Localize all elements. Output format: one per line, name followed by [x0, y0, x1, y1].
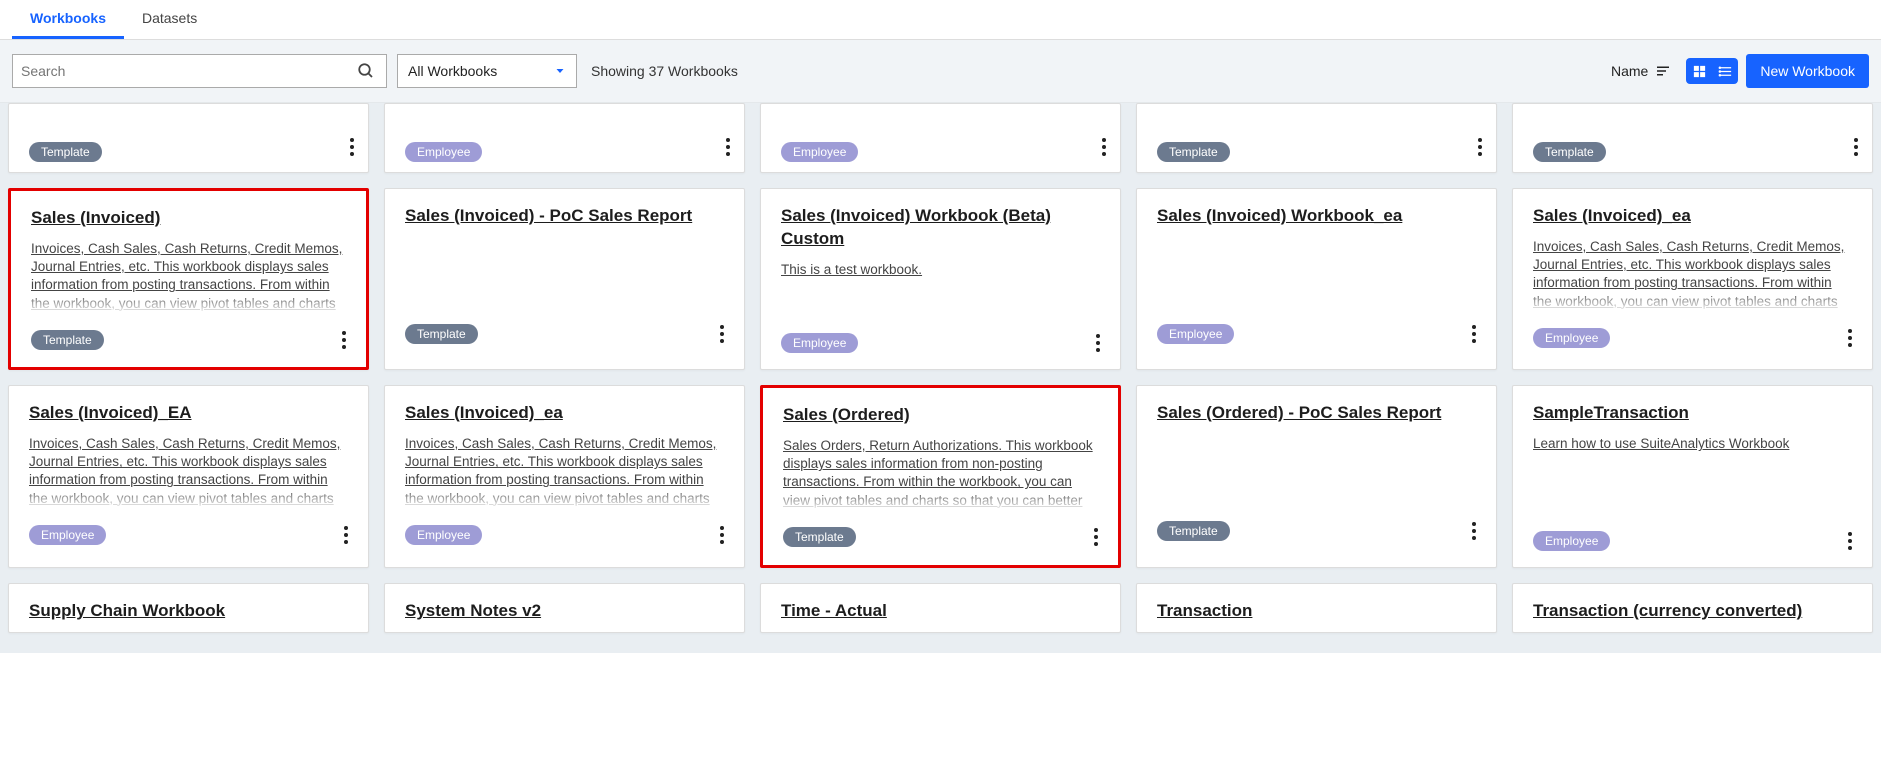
card-title[interactable]: Sales (Invoiced)_ea	[1533, 205, 1852, 228]
workbook-card[interactable]: Template	[8, 103, 369, 173]
badge-employee: Employee	[1533, 328, 1610, 348]
card-title[interactable]: Sales (Invoiced) Workbook (Beta) Custom	[781, 205, 1100, 251]
card-title[interactable]: Sales (Invoiced) - PoC Sales Report	[405, 205, 724, 228]
workbook-card[interactable]: Employee	[760, 103, 1121, 173]
card-menu-icon[interactable]	[720, 325, 724, 343]
workbook-card[interactable]: Sales (Ordered) Sales Orders, Return Aut…	[760, 385, 1121, 568]
badge-employee: Employee	[1157, 324, 1234, 344]
card-description: Learn how to use SuiteAnalytics Workbook	[1533, 435, 1852, 453]
card-menu-icon[interactable]	[1478, 138, 1482, 156]
badge-employee: Employee	[405, 142, 482, 162]
card-title[interactable]: Sales (Invoiced)_ea	[405, 402, 724, 425]
view-toggle	[1686, 58, 1738, 84]
badge-template: Template	[31, 330, 104, 350]
toolbar: All Workbooks Showing 37 Workbooks Name …	[0, 40, 1881, 103]
workbook-grid: Template Employee Employee Template Temp…	[0, 103, 1881, 653]
result-count: Showing 37 Workbooks	[591, 63, 738, 79]
badge-template: Template	[405, 324, 478, 344]
card-description: Invoices, Cash Sales, Cash Returns, Cred…	[1533, 238, 1852, 312]
card-menu-icon[interactable]	[1102, 138, 1106, 156]
badge-employee: Employee	[781, 333, 858, 353]
badge-template: Template	[29, 142, 102, 162]
workbook-card[interactable]: Sales (Invoiced) Invoices, Cash Sales, C…	[8, 188, 369, 370]
badge-template: Template	[1533, 142, 1606, 162]
card-title[interactable]: Sales (Ordered) - PoC Sales Report	[1157, 402, 1476, 425]
card-menu-icon[interactable]	[342, 331, 346, 349]
card-menu-icon[interactable]	[1472, 325, 1476, 343]
badge-template: Template	[1157, 521, 1230, 541]
card-description: Invoices, Cash Sales, Cash Returns, Cred…	[29, 435, 348, 509]
workbook-card[interactable]: System Notes v2	[384, 583, 745, 633]
card-menu-icon[interactable]	[344, 526, 348, 544]
badge-employee: Employee	[29, 525, 106, 545]
workbook-card[interactable]: Sales (Invoiced) - PoC Sales Report Temp…	[384, 188, 745, 370]
sort-ascending-icon	[1654, 62, 1672, 80]
badge-employee: Employee	[781, 142, 858, 162]
workbook-card[interactable]: Sales (Ordered) - PoC Sales Report Templ…	[1136, 385, 1497, 568]
card-menu-icon[interactable]	[1094, 528, 1098, 546]
workbook-card[interactable]: Transaction	[1136, 583, 1497, 633]
workbook-card[interactable]: Sales (Invoiced)_ea Invoices, Cash Sales…	[1512, 188, 1873, 370]
grid-view-button[interactable]	[1686, 58, 1712, 84]
filter-label: All Workbooks	[408, 63, 497, 79]
card-menu-icon[interactable]	[350, 138, 354, 156]
card-title[interactable]: Sales (Invoiced)_EA	[29, 402, 348, 425]
workbook-card[interactable]: Time - Actual	[760, 583, 1121, 633]
workbook-card[interactable]: Transaction (currency converted)	[1512, 583, 1873, 633]
card-title[interactable]: SampleTransaction	[1533, 402, 1852, 425]
workbook-card[interactable]: Template	[1512, 103, 1873, 173]
workbook-card[interactable]: Sales (Invoiced)_EA Invoices, Cash Sales…	[8, 385, 369, 568]
card-menu-icon[interactable]	[1854, 138, 1858, 156]
workbook-card[interactable]: Sales (Invoiced)_ea Invoices, Cash Sales…	[384, 385, 745, 568]
card-title[interactable]: Time - Actual	[781, 600, 1100, 623]
card-title[interactable]: Transaction	[1157, 600, 1476, 623]
new-workbook-button[interactable]: New Workbook	[1746, 54, 1869, 88]
card-title[interactable]: Transaction (currency converted)	[1533, 600, 1852, 623]
card-menu-icon[interactable]	[1472, 522, 1476, 540]
badge-template: Template	[1157, 142, 1230, 162]
card-description: Sales Orders, Return Authorizations. Thi…	[783, 437, 1098, 511]
workbook-card[interactable]: Sales (Invoiced) Workbook (Beta) Custom …	[760, 188, 1121, 370]
workbook-card[interactable]: SampleTransaction Learn how to use Suite…	[1512, 385, 1873, 568]
card-title[interactable]: Sales (Invoiced)	[31, 207, 346, 230]
card-menu-icon[interactable]	[726, 138, 730, 156]
workbook-card[interactable]: Employee	[384, 103, 745, 173]
search-input-wrap	[12, 54, 387, 88]
search-input[interactable]	[13, 55, 348, 87]
card-menu-icon[interactable]	[1848, 532, 1852, 550]
card-description: Invoices, Cash Sales, Cash Returns, Cred…	[405, 435, 724, 509]
tab-workbooks[interactable]: Workbooks	[12, 0, 124, 39]
tab-datasets[interactable]: Datasets	[124, 0, 215, 39]
sort-control[interactable]: Name	[1611, 62, 1672, 80]
workbook-card[interactable]: Template	[1136, 103, 1497, 173]
badge-template: Template	[783, 527, 856, 547]
badge-employee: Employee	[405, 525, 482, 545]
search-icon[interactable]	[348, 62, 384, 80]
card-title[interactable]: System Notes v2	[405, 600, 724, 623]
workbook-card[interactable]: Sales (Invoiced) Workbook_ea Employee	[1136, 188, 1497, 370]
card-description: Invoices, Cash Sales, Cash Returns, Cred…	[31, 240, 346, 314]
card-menu-icon[interactable]	[1848, 329, 1852, 347]
card-title[interactable]: Supply Chain Workbook	[29, 600, 348, 623]
card-title[interactable]: Sales (Invoiced) Workbook_ea	[1157, 205, 1476, 228]
list-view-button[interactable]	[1712, 58, 1738, 84]
badge-employee: Employee	[1533, 531, 1610, 551]
workbook-card[interactable]: Supply Chain Workbook	[8, 583, 369, 633]
card-menu-icon[interactable]	[1096, 334, 1100, 352]
top-tabs: Workbooks Datasets	[0, 0, 1881, 40]
filter-dropdown[interactable]: All Workbooks	[397, 54, 577, 88]
card-menu-icon[interactable]	[720, 526, 724, 544]
sort-label: Name	[1611, 63, 1648, 79]
chevron-down-icon	[554, 65, 566, 77]
card-description: This is a test workbook.	[781, 261, 1100, 279]
card-title[interactable]: Sales (Ordered)	[783, 404, 1098, 427]
